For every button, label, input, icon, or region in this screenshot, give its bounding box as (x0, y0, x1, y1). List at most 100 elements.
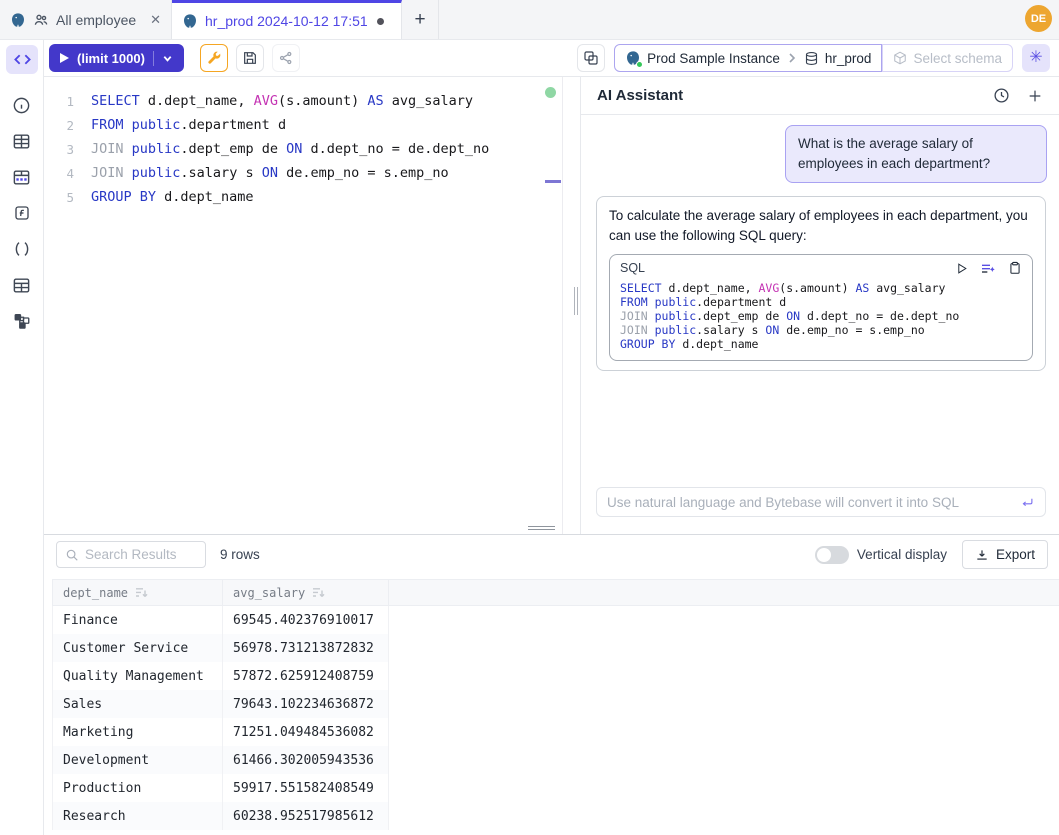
tab-all-employee[interactable]: All employee ✕ (0, 0, 172, 39)
table-cell[interactable]: 79643.102234636872 (223, 690, 389, 718)
user-chat-message: What is the average salary of employees … (785, 125, 1047, 183)
editor-line[interactable]: 4JOIN public.salary s ON de.emp_no = s.e… (44, 161, 580, 185)
wrench-icon (206, 50, 222, 66)
results-table: dept_name avg_salary Finance69545.402376… (52, 579, 1059, 830)
column-header-avg-salary[interactable]: avg_salary (223, 580, 389, 605)
line-number: 5 (44, 190, 74, 205)
people-icon (33, 12, 49, 28)
history-clock-icon[interactable] (993, 87, 1010, 104)
table-cell[interactable]: 61466.302005943536 (223, 746, 389, 774)
ai-assistant-header: AI Assistant (581, 77, 1059, 115)
ai-assistant-button[interactable]: ✳ (1022, 44, 1050, 72)
line-number: 4 (44, 166, 74, 181)
editor-line[interactable]: 3JOIN public.dept_emp de ON d.dept_no = … (44, 137, 580, 161)
sql-editor-nav-button[interactable] (6, 45, 38, 74)
code-line: SELECT d.dept_name, AVG(s.amount) AS avg… (620, 281, 1022, 295)
horizontal-resize-handle[interactable] (528, 526, 555, 530)
openai-icon: ✳ (1029, 50, 1042, 66)
results-table-header: dept_name avg_salary (52, 579, 1059, 606)
results-panel: Search Results 9 rows Vertical display E… (44, 534, 1059, 835)
close-icon[interactable]: ✕ (150, 12, 161, 28)
tab-hr-prod[interactable]: hr_prod 2024-10-12 17:51 (172, 0, 402, 39)
sort-icon[interactable] (312, 587, 325, 598)
sidebar-item-tables[interactable] (0, 123, 43, 159)
toolbar-right-group: Prod Sample Instance hr_prod Select sche… (577, 44, 1050, 72)
new-chat-plus-icon[interactable] (1027, 88, 1043, 104)
export-button[interactable]: Export (962, 540, 1048, 569)
postgresql-icon (10, 12, 26, 28)
sidebar-item-functions[interactable] (0, 195, 43, 231)
editor-line[interactable]: 1SELECT d.dept_name, AVG(s.amount) AS av… (44, 89, 580, 113)
sql-editor[interactable]: 1SELECT d.dept_name, AVG(s.amount) AS av… (44, 77, 580, 534)
share-button[interactable] (272, 44, 300, 72)
batch-query-icon (583, 50, 599, 66)
table-row[interactable]: Research60238.952517985612 (52, 802, 389, 830)
new-tab-button[interactable]: + (402, 0, 439, 39)
table-cell[interactable]: 69545.402376910017 (223, 606, 389, 634)
table-cell[interactable]: 71251.049484536082 (223, 718, 389, 746)
search-results-input[interactable]: Search Results (56, 541, 206, 568)
sidebar-item-info[interactable] (0, 87, 43, 123)
vertical-display-label: Vertical display (857, 547, 947, 562)
table-cell[interactable]: 59917.551582408549 (223, 774, 389, 802)
table-cell[interactable]: Finance (53, 606, 223, 634)
unsaved-indicator (377, 18, 384, 25)
table-cell[interactable]: 56978.731213872832 (223, 634, 389, 662)
table-cell[interactable]: 60238.952517985612 (223, 802, 389, 830)
sidebar-item-table-data[interactable] (0, 159, 43, 195)
run-query-button[interactable]: (limit 1000) (49, 44, 184, 72)
chevron-down-icon[interactable] (162, 53, 173, 64)
table-row[interactable]: Production59917.551582408549 (52, 774, 389, 802)
table-row[interactable]: Development61466.302005943536 (52, 746, 389, 774)
ai-header-icons (993, 87, 1043, 104)
table-cell[interactable]: Production (53, 774, 223, 802)
code-block-header: SQL (620, 260, 1022, 276)
table-row[interactable]: Quality Management57872.625912408759 (52, 662, 389, 690)
editor-line[interactable]: 5GROUP BY d.dept_name (44, 185, 580, 209)
vertical-resize-handle[interactable] (574, 287, 578, 315)
database-name: hr_prod (825, 51, 872, 66)
vertical-display-toggle[interactable] (815, 546, 849, 564)
table-cell[interactable]: Sales (53, 690, 223, 718)
column-header-dept-name[interactable]: dept_name (53, 580, 223, 605)
batch-query-button[interactable] (577, 44, 605, 72)
tab-label: All employee (56, 12, 136, 28)
table-cell[interactable]: Quality Management (53, 662, 223, 690)
return-icon[interactable] (1020, 495, 1035, 510)
function-icon (13, 204, 31, 222)
save-sheet-button[interactable] (236, 44, 264, 72)
sidebar-item-procedures[interactable] (0, 231, 43, 267)
table-cell[interactable]: Development (53, 746, 223, 774)
table-cell[interactable]: Marketing (53, 718, 223, 746)
code-line: JOIN public.dept_emp de ON d.dept_no = d… (620, 309, 1022, 323)
sidebar-item-views[interactable] (0, 267, 43, 303)
ai-input-placeholder: Use natural language and Bytebase will c… (607, 495, 1020, 510)
instance-database-selector[interactable]: Prod Sample Instance hr_prod (614, 44, 882, 72)
table-cell[interactable]: 57872.625912408759 (223, 662, 389, 690)
avatar[interactable]: DE (1025, 5, 1052, 32)
run-code-icon[interactable] (955, 262, 968, 275)
schema-selector[interactable]: Select schema (882, 44, 1013, 72)
instance-name: Prod Sample Instance (647, 51, 780, 66)
code-icon (14, 53, 31, 66)
search-icon (65, 548, 79, 562)
table-cell[interactable]: Customer Service (53, 634, 223, 662)
table-row[interactable]: Customer Service56978.731213872832 (52, 634, 389, 662)
connection-selector: Prod Sample Instance hr_prod Select sche… (614, 44, 1013, 72)
postgresql-icon (182, 13, 198, 29)
table-cell[interactable]: Research (53, 802, 223, 830)
sidebar-item-schema-diagram[interactable] (0, 303, 43, 339)
table-row[interactable]: Finance69545.402376910017 (52, 606, 389, 634)
ai-prompt-input[interactable]: Use natural language and Bytebase will c… (596, 487, 1046, 517)
code-line: JOIN public.salary s ON de.emp_no = s.em… (620, 323, 1022, 337)
scrollbar-cursor-indicator[interactable] (545, 180, 561, 183)
table-row[interactable]: Marketing71251.049484536082 (52, 718, 389, 746)
table-row[interactable]: Sales79643.102234636872 (52, 690, 389, 718)
sql-editor-app: All employee ✕ hr_prod 2024-10-12 17:51 … (0, 0, 1059, 835)
copy-code-icon[interactable] (1008, 261, 1022, 275)
insert-to-editor-icon[interactable] (980, 260, 996, 276)
table-icon (12, 132, 31, 151)
sort-icon[interactable] (135, 587, 148, 598)
editor-line[interactable]: 2FROM public.department d (44, 113, 580, 137)
format-sql-button[interactable] (200, 44, 228, 72)
